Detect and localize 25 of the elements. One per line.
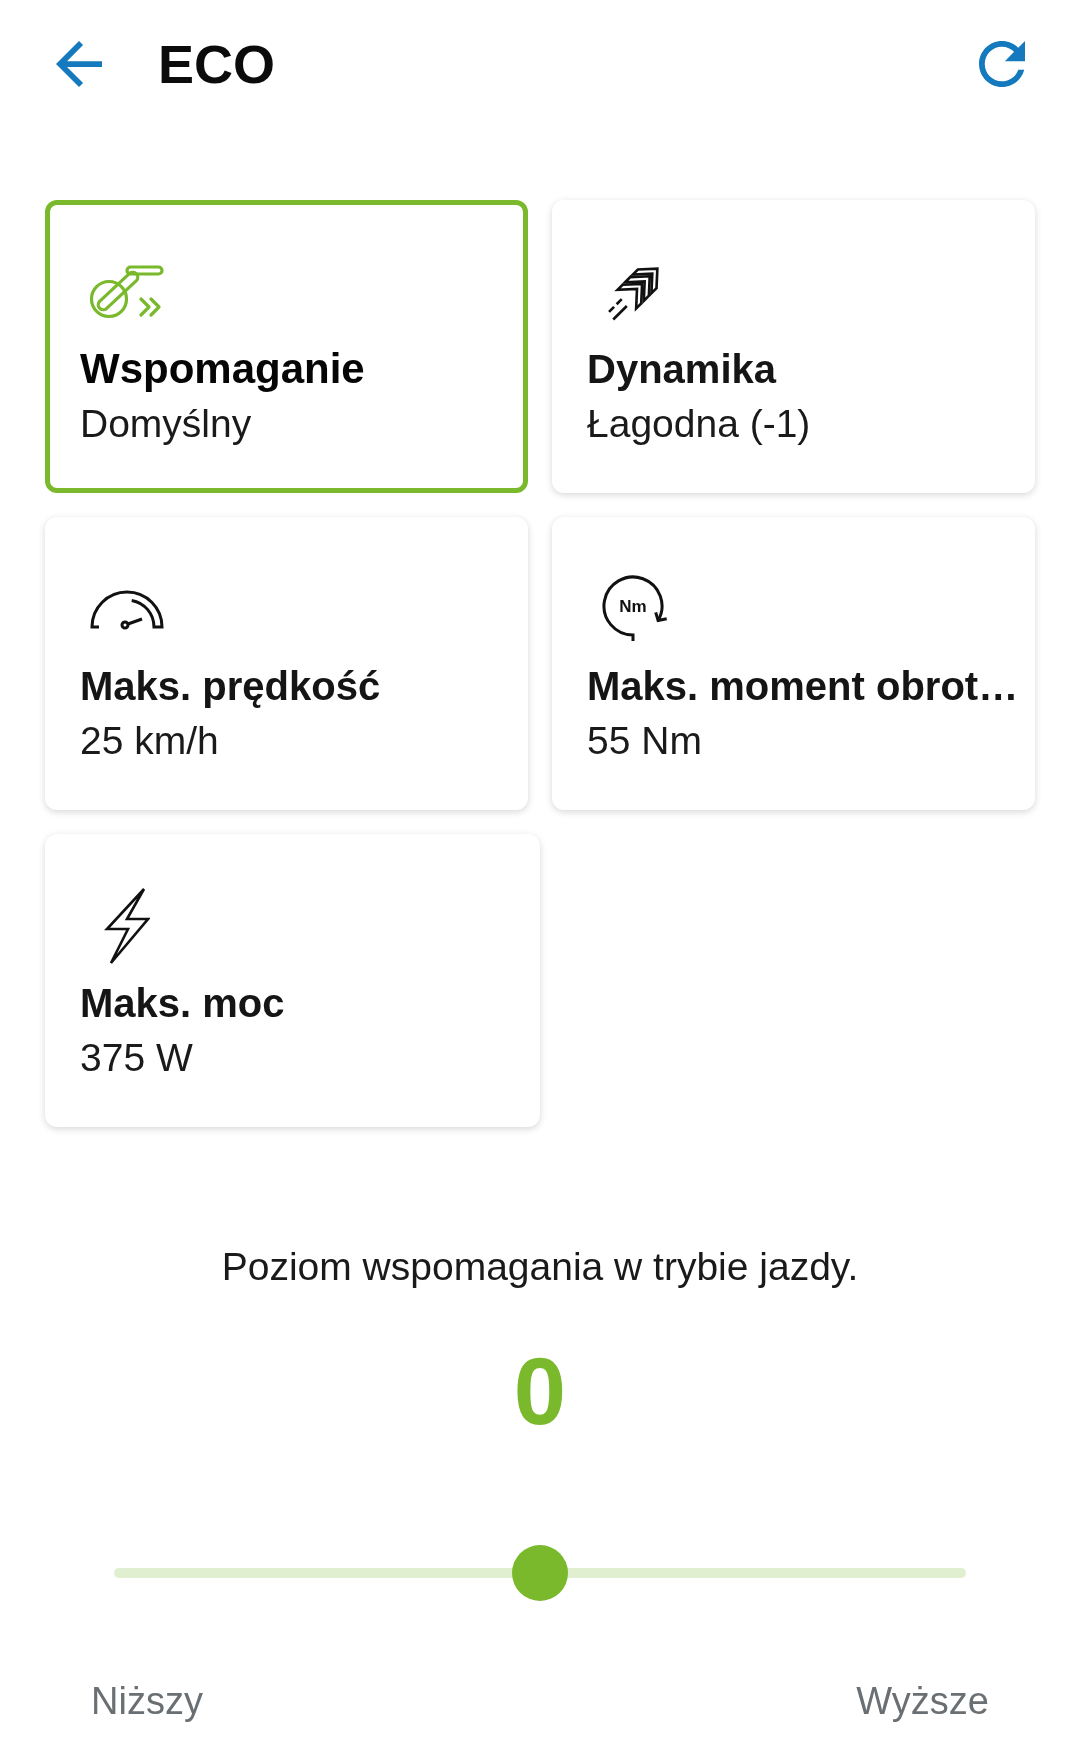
setting-card[interactable]: Wspomaganie Domyślny (45, 200, 528, 493)
card-title: Maks. moc (80, 980, 286, 1027)
description-text: Poziom wspomagania w trybie jazdy. (220, 1244, 860, 1290)
card-value: 375 W (80, 1035, 194, 1081)
card-value: Domyślny (80, 401, 253, 447)
slider-thumb[interactable] (512, 1545, 568, 1601)
assist-level-value: 0 (513, 1338, 567, 1446)
refresh-button[interactable] (979, 41, 1025, 87)
max-label: Wyższe (856, 1679, 989, 1724)
card-value: 25 km/h (80, 718, 220, 764)
page-title: ECO (158, 33, 276, 96)
back-button[interactable] (56, 41, 102, 87)
card-title: Dynamika (587, 346, 778, 393)
card-value: Łagodna (-1) (587, 401, 812, 447)
card-title: Maks. moment obrot… (587, 663, 1020, 710)
min-label: Niższy (91, 1679, 203, 1724)
gauge-icon (89, 588, 165, 630)
arrow-left-icon (56, 41, 102, 87)
card-title: Maks. prędkość (80, 663, 382, 710)
pedal-crank-icon (89, 265, 165, 319)
assist-slider[interactable] (114, 1545, 966, 1601)
card-value: 55 Nm (587, 718, 703, 764)
refresh-icon (979, 41, 1025, 87)
card-title: Wspomaganie (80, 344, 366, 394)
lightning-icon (104, 887, 150, 965)
